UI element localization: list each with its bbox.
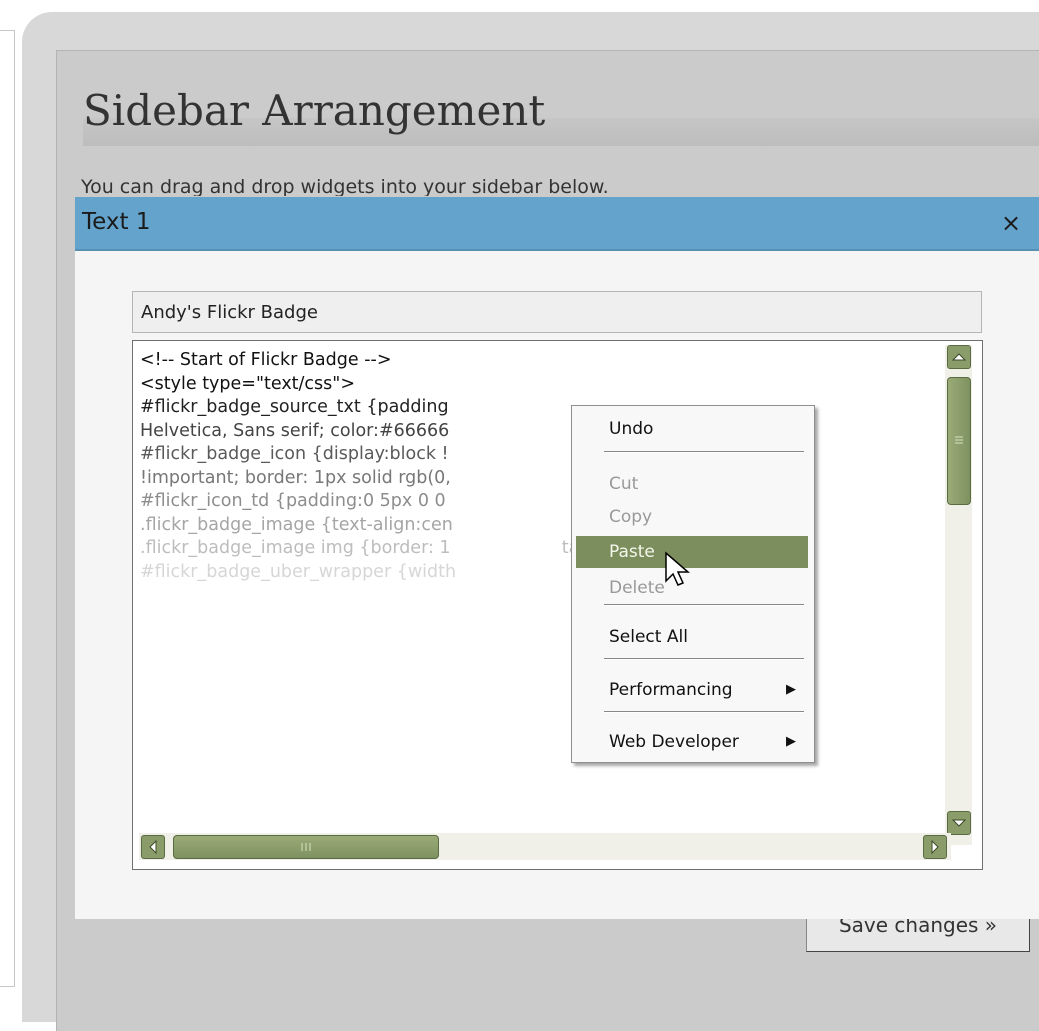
menu-separator <box>604 604 804 606</box>
menu-item-label: Delete <box>609 578 665 598</box>
code-line: #flickr_icon_td {padding:0 5px 0 0 <box>140 491 446 511</box>
menu-item-performancing[interactable]: Performancing ▶ <box>576 674 808 706</box>
vertical-scrollbar[interactable] <box>945 345 972 845</box>
menu-separator <box>604 658 804 660</box>
code-line: .flickr_badge_image img {border: 1 tant;… <box>140 538 615 558</box>
left-panel-edge <box>0 30 15 987</box>
code-line: .flickr_badge_image {text-align:cen <box>140 514 453 535</box>
code-content: <!-- Start of Flickr Badge --> <style typ… <box>140 349 614 584</box>
menu-item-label: Paste <box>609 542 655 562</box>
horizontal-scrollbar[interactable] <box>139 833 951 860</box>
menu-item-label: Cut <box>609 474 639 494</box>
submenu-arrow-icon: ▶ <box>786 734 796 749</box>
widget-text-area[interactable]: <!-- Start of Flickr Badge --> <style typ… <box>132 340 983 870</box>
menu-item-label: Copy <box>609 507 653 527</box>
down-arrow-icon[interactable] <box>947 811 971 835</box>
menu-item-label: Performancing <box>609 680 733 700</box>
widget-title-field[interactable] <box>132 291 982 333</box>
up-arrow-icon[interactable] <box>947 345 971 369</box>
menu-item-delete[interactable]: Delete <box>576 572 808 604</box>
menu-item-select-all[interactable]: Select All <box>576 621 808 653</box>
code-line: #flickr_badge_uber_wrapper {width <box>140 561 457 582</box>
left-arrow-icon[interactable] <box>141 835 165 859</box>
context-menu: Undo Cut Copy Paste Delete Select All Performa… <box>571 405 815 763</box>
menu-item-copy[interactable]: Copy <box>576 501 808 533</box>
close-icon[interactable]: × <box>1001 209 1021 237</box>
modal-header: Text 1 × <box>75 197 1039 251</box>
text-widget-modal: Text 1 × <!-- Start of Flickr Badge --><… <box>75 197 1039 919</box>
modal-title: Text 1 <box>82 209 151 235</box>
code-line: <style type="text/css"> <box>140 373 355 394</box>
menu-item-cut[interactable]: Cut <box>576 468 808 500</box>
code-line: Helvetica, Sans serif; color:#66666 <box>140 420 450 441</box>
menu-item-label: Undo <box>609 419 654 439</box>
menu-item-label: Select All <box>609 627 688 647</box>
code-line: <!-- Start of Flickr Badge --> <box>140 350 392 370</box>
page-title: Sidebar Arrangement <box>83 86 546 135</box>
menu-item-paste[interactable]: Paste <box>576 536 808 568</box>
code-line: #flickr_badge_icon {display:block ! <box>140 444 449 464</box>
code-line: #flickr_badge_source_txt {padding <box>140 397 449 417</box>
menu-separator <box>604 451 804 453</box>
right-arrow-icon[interactable] <box>923 835 947 859</box>
intro-text: You can drag and drop widgets into your … <box>81 176 609 196</box>
menu-item-web-developer[interactable]: Web Developer ▶ <box>576 726 808 758</box>
vertical-scroll-thumb[interactable] <box>947 377 971 505</box>
menu-item-undo[interactable]: Undo <box>576 413 808 445</box>
submenu-arrow-icon: ▶ <box>786 682 796 697</box>
horizontal-scroll-thumb[interactable] <box>173 835 439 859</box>
menu-separator <box>604 711 804 713</box>
menu-item-label: Web Developer <box>609 732 739 752</box>
mouse-pointer-icon <box>665 551 691 586</box>
code-line: !important; border: 1px solid rgb(0, <box>140 467 451 488</box>
